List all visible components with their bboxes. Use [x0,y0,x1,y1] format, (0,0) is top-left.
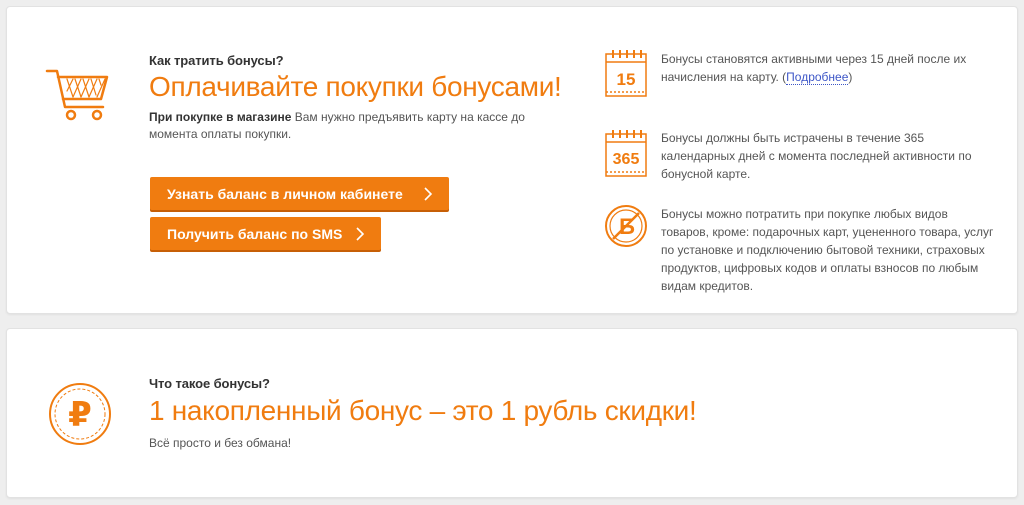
about-kicker: Что такое бонусы? [149,376,270,391]
details-link[interactable]: Подробнее [786,70,849,85]
bonus-spend-card: Как тратить бонусы? Оплачивайте покупки … [6,6,1018,314]
spend-headline: Оплачивайте покупки бонусами! [149,71,562,102]
ruble-sign: ₽ [68,395,92,435]
bonus-about-card: ₽ Что такое бонусы? 1 накопленный бонус … [6,328,1018,498]
no-bonus-icon: Б [603,203,649,249]
about-description: Всё просто и без обмана! [149,436,292,450]
cabinet-balance-label: Узнать баланс в личном кабинете [167,185,403,202]
ruble-coin-icon: ₽ [47,381,113,447]
rule-restrictions-text: Бонусы можно потратить при покупке любых… [661,207,994,293]
calendar-365-icon: 365 [603,127,649,179]
rule-activation-text: Бонусы становятся активными через 15 дне… [661,50,997,86]
calendar-15-icon: 15 [603,47,649,99]
spend-description: При покупке в магазине Вам нужно предъяв… [149,109,529,143]
rule-expiry-text: Бонусы должны быть истрачены в течение 3… [661,131,972,181]
rule-activation-close: ) [848,70,853,84]
spend-desc-bold: При покупке в магазине [149,110,292,124]
calendar-365-text: 365 [613,151,640,168]
spend-kicker: Как тратить бонусы? [149,53,284,68]
chevron-right-icon [356,227,365,241]
cabinet-balance-button[interactable]: Узнать баланс в личном кабинете [150,177,449,210]
sms-balance-button[interactable]: Получить баланс по SMS [150,217,381,250]
chevron-right-icon [424,187,433,201]
about-headline: 1 накопленный бонус – это 1 рубль скидки… [149,395,697,426]
sms-balance-label: Получить баланс по SMS [167,225,343,242]
calendar-15-text: 15 [617,70,636,89]
shopping-cart-icon [43,57,113,129]
